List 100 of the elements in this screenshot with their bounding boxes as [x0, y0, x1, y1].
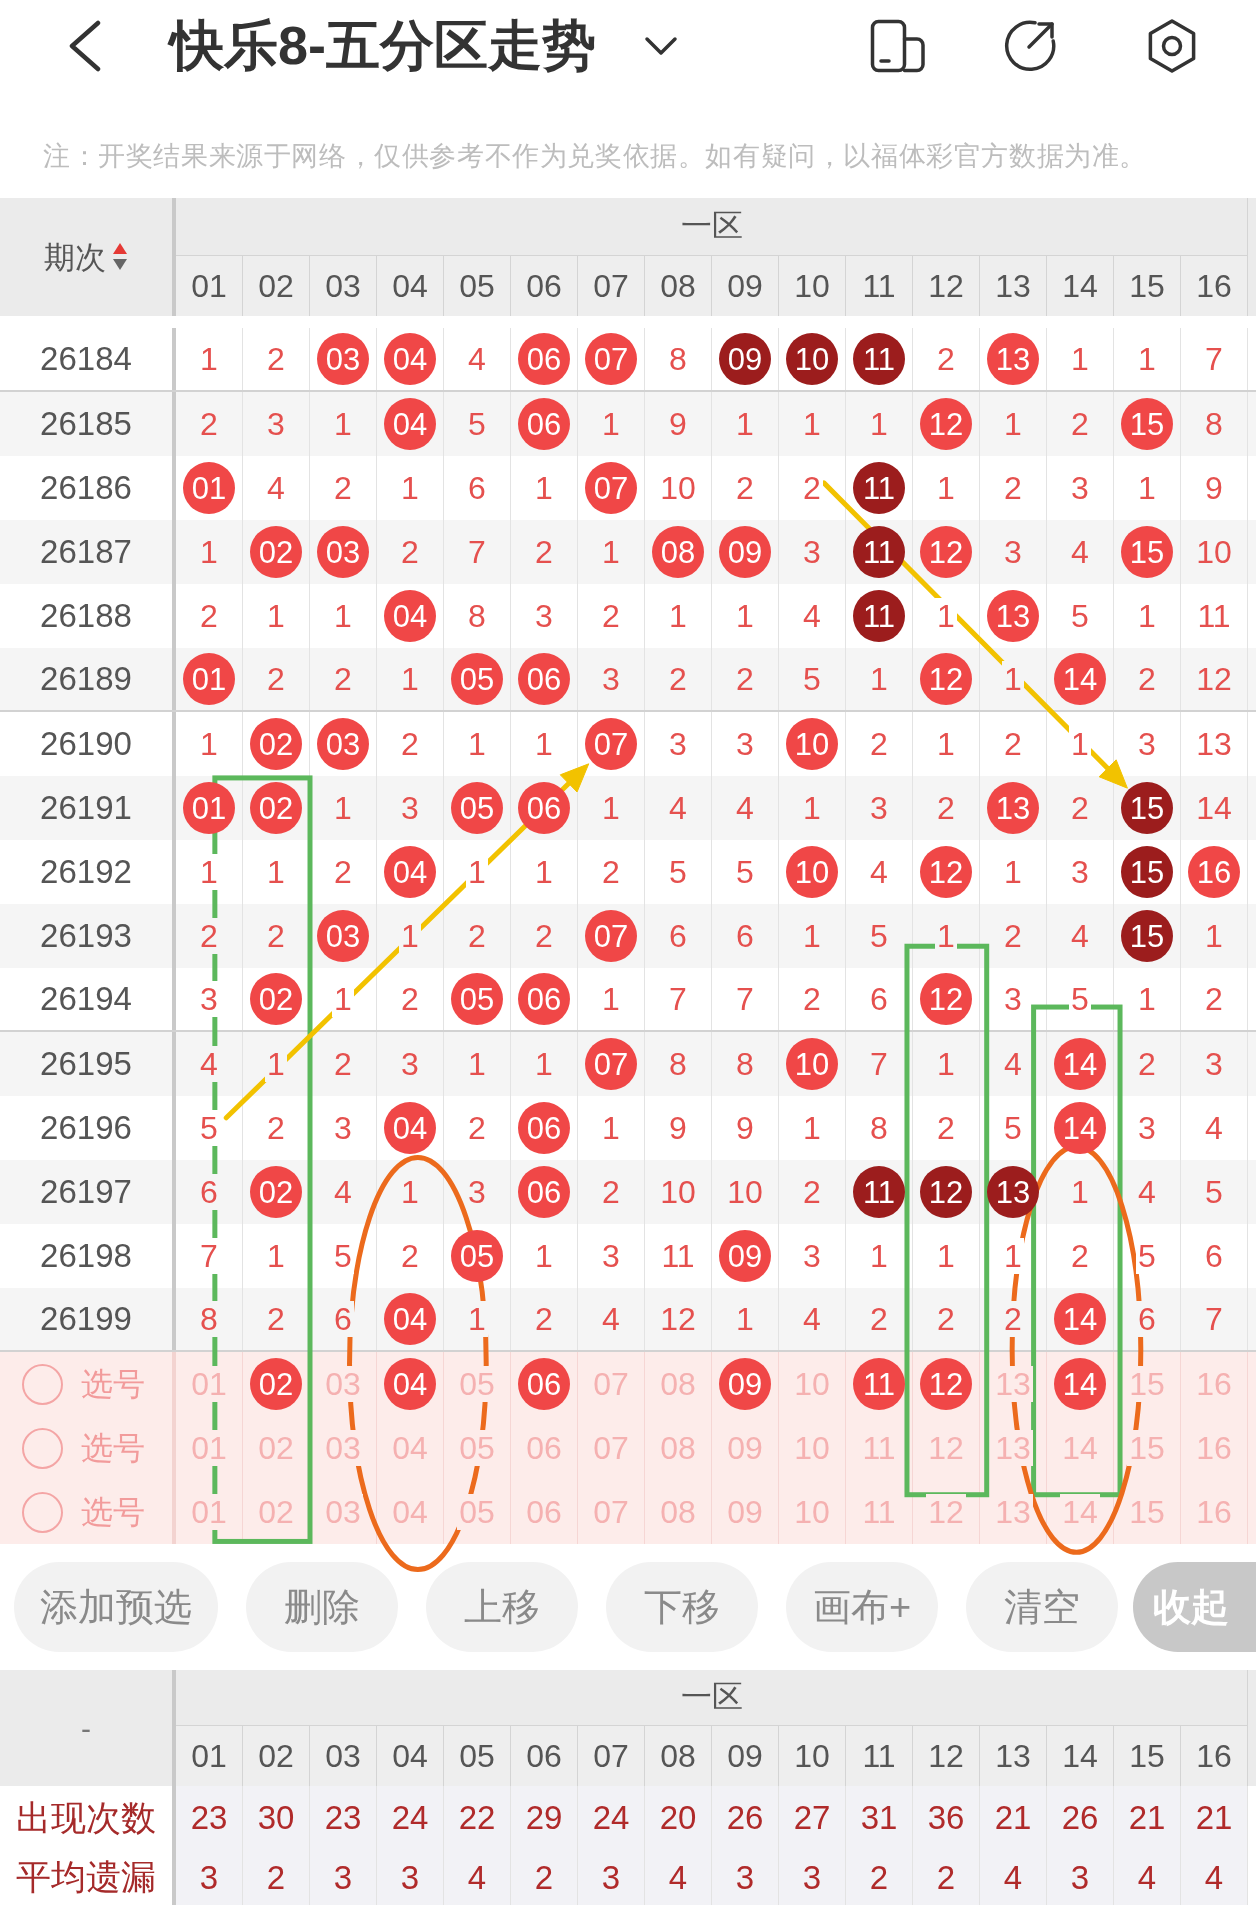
column-header: 01	[176, 1725, 243, 1786]
number-ball: 01	[183, 653, 235, 705]
number-ball: 01	[183, 462, 235, 514]
number-ball: 10	[786, 333, 838, 385]
number-option[interactable]: 03	[323, 1366, 363, 1402]
omission-count: 4	[198, 1046, 220, 1082]
number-ball: 04	[384, 590, 436, 642]
number-ball: 11	[853, 333, 905, 385]
stat-value: 24	[377, 1786, 444, 1850]
number-ball: 16	[1188, 846, 1240, 898]
number-ball: 04	[384, 1293, 436, 1345]
number-ball: 14	[1054, 1038, 1106, 1090]
number-option[interactable]: 05	[457, 1430, 497, 1466]
sort-icon[interactable]	[112, 242, 128, 272]
column-header: 06	[511, 255, 578, 316]
number-option[interactable]: 15	[1127, 1430, 1167, 1466]
omission-count: 3	[198, 981, 220, 1017]
omission-count: 8	[198, 1301, 220, 1337]
stat-value: 4	[444, 1850, 511, 1905]
column-header: 08	[645, 1725, 712, 1786]
number-ball[interactable]: 11	[853, 1358, 905, 1410]
stat-value: 23	[176, 1786, 243, 1850]
stat-value: 31	[846, 1786, 913, 1850]
number-ball: 15	[1121, 526, 1173, 578]
number-option[interactable]: 01	[189, 1366, 229, 1402]
clear-button[interactable]: 清空	[966, 1562, 1118, 1652]
number-ball: 05	[451, 782, 503, 834]
column-header: 07	[578, 255, 645, 316]
number-ball: 14	[1054, 653, 1106, 705]
number-option[interactable]: 05	[457, 1494, 497, 1530]
add-preselection-button[interactable]: 添加预选	[14, 1562, 218, 1652]
omission-count: 2	[198, 918, 220, 954]
number-ball: 13	[987, 782, 1039, 834]
share-icon[interactable]	[1002, 18, 1058, 74]
number-ball: 03	[317, 526, 369, 578]
radio-button[interactable]	[22, 1491, 63, 1533]
stat-value: 4	[1181, 1850, 1248, 1905]
stat-value: 2	[913, 1850, 980, 1905]
radio-button[interactable]	[22, 1363, 63, 1405]
number-ball: 13	[987, 333, 1039, 385]
omission-count: 6	[1136, 1301, 1158, 1337]
number-ball: 04	[384, 333, 436, 385]
pick-label: 选号	[81, 1432, 145, 1464]
chevron-down-icon[interactable]	[644, 36, 678, 56]
stat-value: 23	[310, 1786, 377, 1850]
number-ball: 02	[250, 526, 302, 578]
stat-value: 4	[1114, 1850, 1181, 1905]
stat-value: 3	[176, 1850, 243, 1905]
number-ball: 11	[853, 462, 905, 514]
stat-value: 26	[712, 1786, 779, 1850]
number-ball[interactable]: 04	[384, 1358, 436, 1410]
number-ball: 07	[585, 333, 637, 385]
number-option[interactable]: 05	[457, 1366, 497, 1402]
number-ball: 03	[317, 718, 369, 770]
number-ball: 04	[384, 1102, 436, 1154]
canvas-add-button[interactable]: 画布+	[786, 1562, 938, 1652]
number-ball: 13	[987, 1166, 1039, 1218]
number-ball: 12	[920, 398, 972, 450]
number-ball: 13	[987, 590, 1039, 642]
number-ball: 12	[920, 846, 972, 898]
column-header: 11	[846, 255, 913, 316]
stat-value: 4	[645, 1850, 712, 1905]
number-ball: 07	[585, 1038, 637, 1090]
disclaimer-text: 注：开奖结果来源于网络，仅供参考不作为兑奖依据。如有疑问，以福体彩官方数据为准。	[42, 140, 1148, 173]
stat-value: 24	[578, 1786, 645, 1850]
number-ball: 12	[920, 973, 972, 1025]
number-ball[interactable]: 02	[250, 1358, 302, 1410]
stat-value: 21	[980, 1786, 1047, 1850]
column-header: 02	[243, 255, 310, 316]
number-ball[interactable]: 14	[1054, 1358, 1106, 1410]
stat-value: 3	[712, 1850, 779, 1905]
column-header: 09	[712, 1725, 779, 1786]
stat-value: 2	[846, 1850, 913, 1905]
stat-value: 4	[980, 1850, 1047, 1905]
stat-value: 2	[243, 1850, 310, 1905]
move-down-button[interactable]: 下移	[606, 1562, 758, 1652]
column-header: 16	[1181, 255, 1248, 316]
stat-value: 27	[779, 1786, 846, 1850]
radio-button[interactable]	[22, 1427, 63, 1469]
number-ball: 06	[518, 398, 570, 450]
number-option[interactable]: 01	[189, 1494, 229, 1530]
column-header: 09	[712, 255, 779, 316]
number-ball: 06	[518, 1102, 570, 1154]
column-header: 10	[779, 255, 846, 316]
number-ball[interactable]: 12	[920, 1358, 972, 1410]
number-option[interactable]: 01	[189, 1430, 229, 1466]
number-option[interactable]: 03	[323, 1430, 363, 1466]
stat-value: 2	[511, 1850, 578, 1905]
devices-icon[interactable]	[870, 19, 926, 73]
column-header: 03	[310, 1725, 377, 1786]
number-ball: 03	[317, 910, 369, 962]
move-up-button[interactable]: 上移	[426, 1562, 578, 1652]
number-ball: 12	[920, 526, 972, 578]
column-header: 07	[578, 1725, 645, 1786]
number-ball: 05	[451, 973, 503, 1025]
number-ball[interactable]: 06	[518, 1358, 570, 1410]
omission-count: 2	[1002, 1301, 1024, 1337]
delete-button[interactable]: 删除	[246, 1562, 398, 1652]
back-icon[interactable]	[67, 20, 103, 72]
number-ball[interactable]: 09	[719, 1358, 771, 1410]
